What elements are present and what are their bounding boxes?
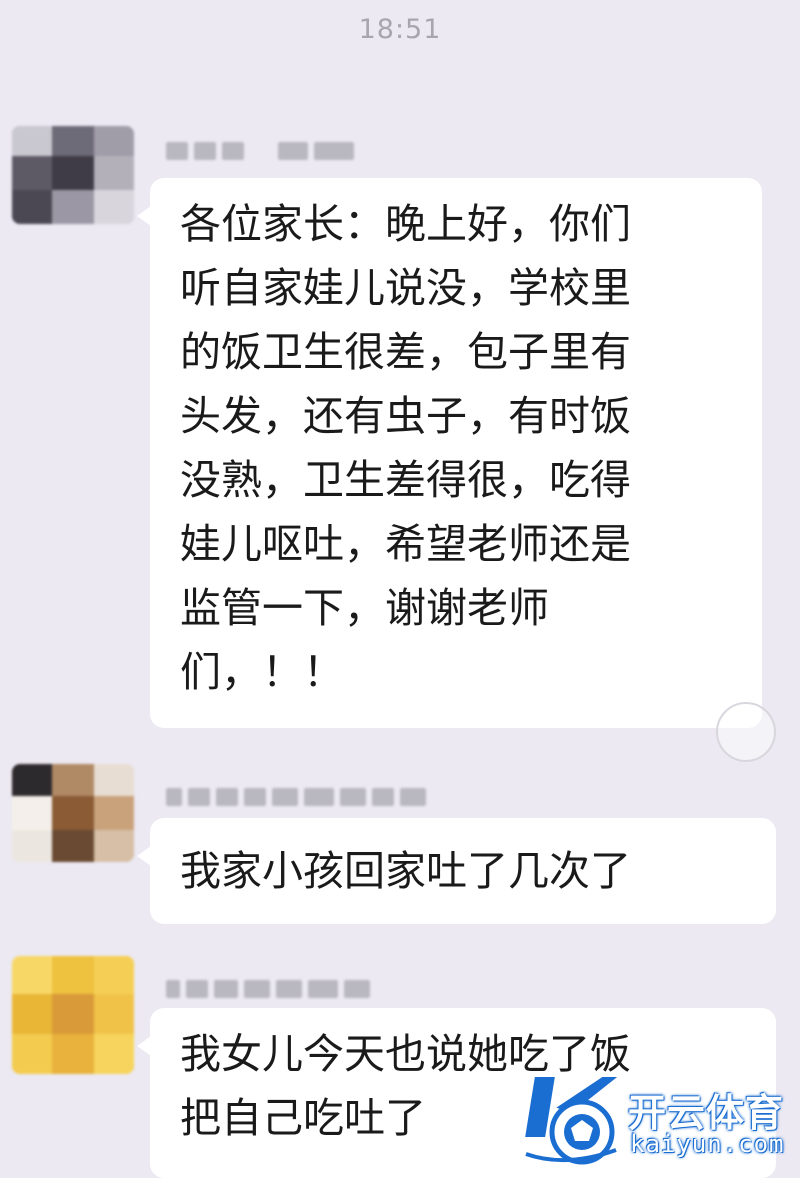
bubble-tail [137, 1036, 151, 1056]
chat-window: 18:51 各位家长：晚上好，你们 听自家娃儿说没，学校里 的饭卫生很差，包子里… [0, 0, 800, 1178]
bubble-tail [137, 206, 151, 226]
sender-name [166, 976, 370, 1002]
avatar[interactable] [12, 956, 134, 1074]
message-bubble[interactable]: 我家小孩回家吐了几次了 [150, 818, 776, 924]
sender-name [166, 138, 354, 164]
watermark-domain: kaiyun.com [630, 1130, 785, 1158]
kaiyun-logo-icon [522, 1075, 623, 1165]
watermark-brand: 开云体育 [628, 1091, 785, 1135]
avatar[interactable] [12, 126, 134, 224]
avatar[interactable] [12, 764, 134, 862]
sender-name [166, 784, 426, 810]
bubble-tail [137, 846, 151, 866]
watermark: 开云体育 kaiyun.com [516, 1068, 796, 1168]
circle-icon[interactable] [716, 702, 776, 762]
message-timestamp: 18:51 [358, 14, 442, 45]
message-bubble[interactable]: 各位家长：晚上好，你们 听自家娃儿说没，学校里 的饭卫生很差，包子里有 头发，还… [150, 178, 762, 728]
